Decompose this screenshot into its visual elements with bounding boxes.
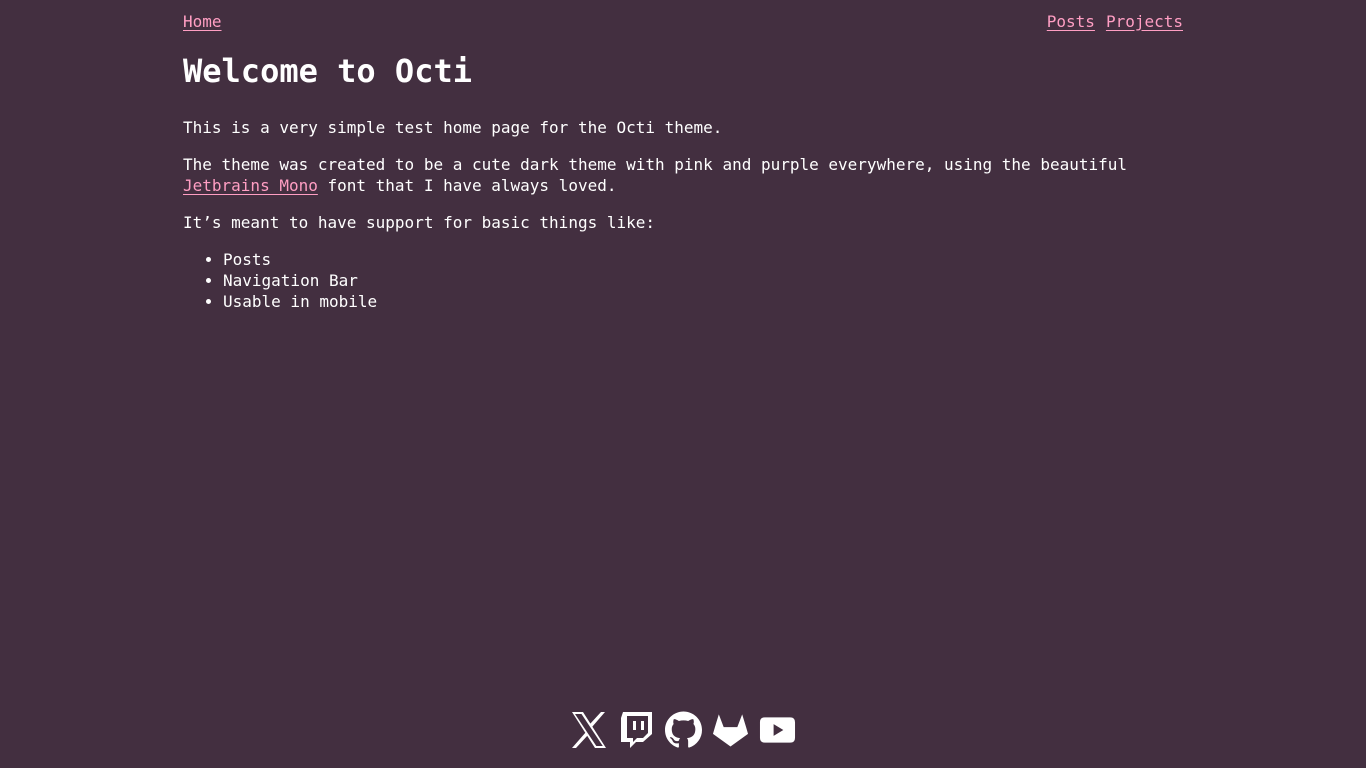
theme-paragraph: The theme was created to be a cute dark … [183,154,1183,196]
list-item: Navigation Bar [223,270,1183,291]
gitlab-link[interactable] [712,708,749,752]
gitlab-icon [712,714,748,747]
page-content: This is a very simple test home page for… [183,117,1183,312]
github-link[interactable] [664,708,702,752]
list-item: Usable in mobile [223,291,1183,312]
navigation-bar: Home Posts Projects [183,9,1183,33]
feature-list: Posts Navigation Bar Usable in mobile [183,249,1183,312]
nav-home-link[interactable]: Home [183,12,222,31]
github-icon [664,711,702,748]
list-item: Posts [223,249,1183,270]
youtube-link[interactable] [759,708,796,752]
theme-text-after: font that I have always loved. [317,176,617,195]
twitch-link[interactable] [618,708,655,752]
social-footer [0,706,1366,754]
x-icon [572,712,606,748]
page-container: Home Posts Projects Welcome to Octi This… [183,0,1183,768]
theme-text-before: The theme was created to be a cute dark … [183,155,1128,174]
nav-projects-link[interactable]: Projects [1106,12,1183,31]
intro-paragraph: This is a very simple test home page for… [183,118,723,137]
youtube-icon [759,717,795,743]
nav-posts-link[interactable]: Posts [1047,12,1095,31]
jetbrains-mono-link[interactable]: Jetbrains Mono [183,176,318,195]
support-paragraph: It’s meant to have support for basic thi… [183,213,656,232]
twitch-icon [621,712,652,748]
x-link[interactable] [571,708,608,752]
nav-right-group: Posts Projects [1047,12,1183,31]
page-title: Welcome to Octi [183,52,472,90]
